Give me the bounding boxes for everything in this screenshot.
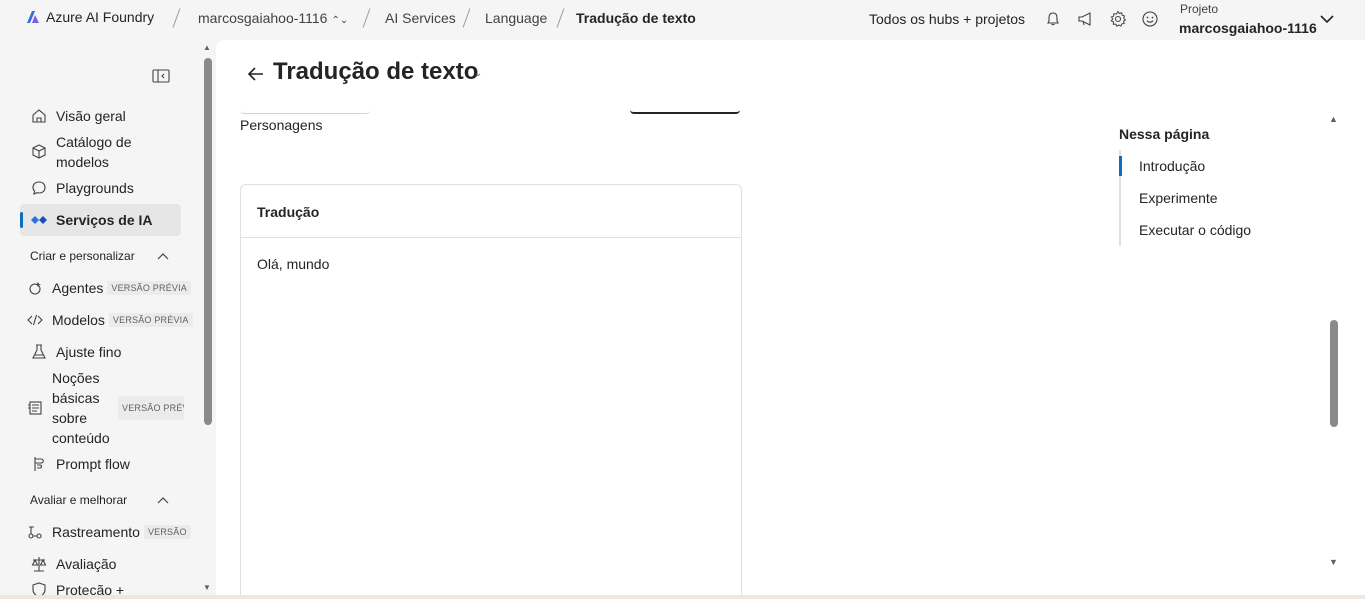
chevron-up-icon <box>157 497 169 504</box>
breadcrumb-language[interactable]: Language <box>485 10 547 26</box>
top-bar: Azure AI Foundry marcosgaiahoo-1116 ⌃⌄ AI… <box>0 0 1365 38</box>
sidebar-item-label: Modelos <box>52 312 105 328</box>
sidebar-item-evaluation[interactable]: Avaliação <box>20 552 180 576</box>
sidebar-item-label: Rastreamento <box>52 524 140 540</box>
title-chevron-down-icon[interactable]: ⌄ <box>474 68 482 79</box>
sidebar-item-label: Noções básicas sobre conteúdo <box>52 370 110 446</box>
breadcrumb-separator <box>556 8 565 28</box>
flow-icon <box>30 455 48 473</box>
megaphone-icon[interactable] <box>1076 9 1096 29</box>
sidebar-item-prompt-flow[interactable]: Prompt flow <box>20 452 180 476</box>
trace-icon <box>26 523 44 541</box>
chevron-up-icon <box>157 253 169 260</box>
sidebar-item-label: Playgrounds <box>56 180 134 196</box>
chat-icon <box>30 179 48 197</box>
scroll-up-arrow-icon[interactable]: ▲ <box>1329 114 1338 124</box>
bottom-edge <box>0 595 1365 599</box>
sidebar-item-agents[interactable]: Agentes VERSÃO PRÉVIA <box>20 276 191 300</box>
preview-badge: VERSÃO <box>143 525 191 539</box>
section-evaluate-improve[interactable]: Avaliar e melhorar <box>30 493 170 507</box>
section-title: Criar e personalizar <box>30 249 135 263</box>
breadcrumb-project[interactable]: marcosgaiahoo-1116 ⌃⌄ <box>198 10 348 26</box>
sidebar-item-playgrounds[interactable]: Playgrounds <box>20 176 180 200</box>
updown-chevron-icon: ⌃⌄ <box>331 15 349 26</box>
breadcrumb-project-label: marcosgaiahoo-1116 <box>198 10 328 26</box>
ai-services-icon <box>30 211 48 229</box>
sidebar-item-label: Agentes <box>52 280 104 296</box>
smiley-icon[interactable] <box>1140 9 1160 29</box>
sidebar-item-label: Ajuste fino <box>56 344 122 360</box>
scroll-down-arrow-icon[interactable]: ▼ <box>1329 557 1338 567</box>
preview-badge: VERSÃO PRÉVIA <box>118 396 184 420</box>
flask-icon <box>30 343 48 361</box>
sidebar-item-fine-tuning[interactable]: Ajuste fino <box>20 340 180 364</box>
sidebar-item-label: Serviços de IA <box>56 212 153 228</box>
translation-card: Tradução Olá, mundo <box>240 184 742 595</box>
sidebar-item-ai-services[interactable]: Serviços de IA <box>20 204 181 236</box>
all-hubs-link[interactable]: Todos os hubs + projetos <box>869 11 1025 27</box>
code-icon <box>26 311 44 329</box>
scale-icon <box>30 555 48 573</box>
section-title: Avaliar e melhorar <box>30 493 128 507</box>
toc-item-introduction[interactable]: Introdução <box>1118 150 1251 182</box>
main-scrollbar[interactable]: ▲ ▼ <box>1326 112 1342 572</box>
sidebar-item-tracing[interactable]: Rastreamento VERSÃO <box>20 520 191 544</box>
breadcrumb-current: Tradução de texto <box>576 10 696 26</box>
sidebar-item-model-catalog[interactable]: Catálogo de modelos <box>20 132 180 172</box>
sidebar-item-content-understanding[interactable]: Noções básicas sobre conteúdo VERSÃO PRÉ… <box>20 368 190 448</box>
section-create-customize[interactable]: Criar e personalizar <box>30 249 170 263</box>
preview-badge: VERSÃO PRÉVIA <box>108 313 193 327</box>
brand[interactable]: Azure AI Foundry <box>25 9 154 25</box>
scroll-up-arrow-icon[interactable]: ▲ <box>203 43 211 52</box>
partial-input-border <box>240 110 370 114</box>
sidebar-scrollbar[interactable]: ▲ ▼ <box>200 38 216 599</box>
breadcrumb-ai-services[interactable]: AI Services <box>385 10 456 26</box>
sidebar-item-models[interactable]: Modelos VERSÃO PRÉVIA <box>20 308 193 332</box>
sidebar-scrollbar-thumb[interactable] <box>204 58 212 425</box>
breadcrumb-separator <box>362 8 371 28</box>
chevron-down-icon[interactable] <box>1318 10 1336 28</box>
main-panel: Tradução de texto ⌄ Personagens Tradução… <box>216 40 1365 595</box>
gear-icon[interactable] <box>1108 9 1128 29</box>
toc-title: Nessa página <box>1119 126 1210 142</box>
translation-card-title: Tradução <box>241 185 741 238</box>
document-icon <box>26 399 44 417</box>
bell-icon[interactable] <box>1043 9 1063 29</box>
sidebar: Visão geral Catálogo de modelos Playgrou… <box>0 38 200 599</box>
sidebar-item-label: Prompt flow <box>56 456 130 472</box>
cube-icon <box>30 143 48 161</box>
project-label: Projeto <box>1180 2 1219 16</box>
collapse-sidebar-icon[interactable] <box>152 68 170 84</box>
sidebar-item-label: Avaliação <box>56 556 117 572</box>
home-icon <box>30 107 48 125</box>
table-of-contents: Introdução Experimente Executar o código <box>1118 150 1251 246</box>
characters-label: Personagens <box>240 117 323 133</box>
main-scrollbar-thumb[interactable] <box>1330 320 1338 427</box>
breadcrumb-separator <box>172 8 181 28</box>
back-arrow-icon[interactable] <box>246 64 266 84</box>
breadcrumb-separator <box>462 8 471 28</box>
scroll-down-arrow-icon[interactable]: ▼ <box>203 583 211 592</box>
agent-icon <box>26 279 44 297</box>
translation-output: Olá, mundo <box>257 256 330 272</box>
page-title: Tradução de texto <box>273 58 479 85</box>
sidebar-item-label: Catálogo de modelos <box>56 134 132 170</box>
sidebar-item-label: Visão geral <box>56 108 126 124</box>
toc-item-try-it[interactable]: Experimente <box>1121 182 1251 214</box>
sidebar-item-overview[interactable]: Visão geral <box>20 104 180 128</box>
azure-ai-foundry-logo-icon <box>27 11 39 23</box>
partial-button-border <box>630 108 740 114</box>
project-name[interactable]: marcosgaiahoo-1116 <box>1179 20 1317 36</box>
toc-item-run-code[interactable]: Executar o código <box>1121 214 1251 246</box>
preview-badge: VERSÃO PRÉVIA <box>107 281 191 295</box>
brand-name: Azure AI Foundry <box>46 9 155 25</box>
